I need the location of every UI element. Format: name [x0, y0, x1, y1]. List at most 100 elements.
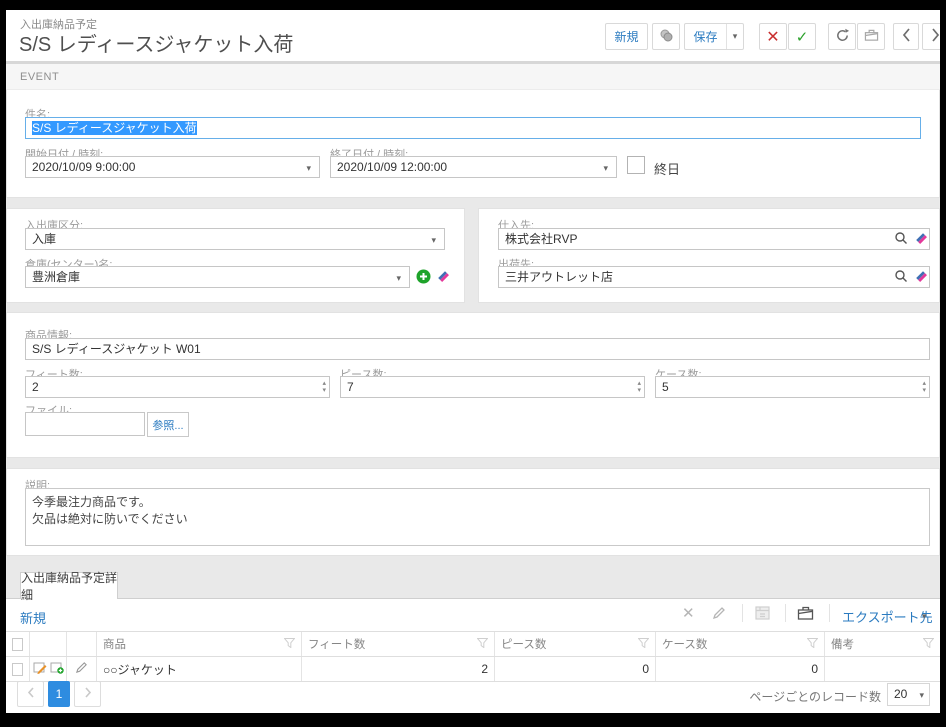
save-button[interactable]: 保存	[685, 28, 726, 45]
next-record-button[interactable]	[922, 23, 940, 50]
pieces-value: 7	[347, 380, 354, 394]
filter-icon[interactable]	[477, 638, 488, 651]
start-datetime-select[interactable]: 2020/10/09 9:00:00 ▾	[25, 156, 320, 178]
page-prev-button[interactable]	[17, 681, 44, 707]
eraser-icon[interactable]	[914, 269, 929, 289]
end-datetime-value: 2020/10/09 12:00:00	[337, 160, 447, 174]
filter-icon[interactable]	[284, 638, 295, 651]
filter-icon[interactable]	[923, 638, 934, 651]
col-note: 備考	[825, 632, 940, 656]
col-product-label: 商品	[103, 636, 126, 652]
cell-pieces[interactable]: 0	[495, 657, 656, 681]
copy-icon	[659, 29, 674, 45]
row-checkbox[interactable]	[12, 663, 23, 676]
confirm-button[interactable]: ✓	[788, 23, 816, 50]
cases-value: 5	[662, 380, 669, 394]
shipto-lookup[interactable]: 三井アウトレット店	[498, 266, 930, 288]
supplier-value: 株式会社RVP	[505, 232, 577, 246]
search-icon[interactable]	[894, 269, 908, 288]
spinner-icon[interactable]: ▴▾	[322, 380, 326, 394]
eraser-icon[interactable]	[914, 231, 929, 251]
pieces-stepper[interactable]: 7 ▴▾	[340, 376, 645, 398]
new-button[interactable]: 新規	[605, 23, 648, 50]
supplier-lookup[interactable]: 株式会社RVP	[498, 228, 930, 250]
description-textarea[interactable]: 今季最注力商品です。 欠品は絶対に防いでください	[25, 488, 930, 546]
eraser-icon[interactable]	[436, 269, 451, 289]
toolbar-divider	[742, 604, 743, 622]
row-edit-cell	[67, 657, 97, 681]
product-info-input[interactable]: S/S レディースジャケット W01	[25, 338, 930, 360]
row-edit-header	[67, 632, 97, 656]
cases-stepper[interactable]: 5 ▴▾	[655, 376, 930, 398]
delete-button[interactable]: ✕	[759, 23, 787, 50]
start-datetime-value: 2020/10/09 9:00:00	[32, 160, 135, 174]
chevron-down-icon[interactable]: ▾	[306, 164, 311, 173]
chevron-down-icon[interactable]: ▾	[919, 691, 924, 700]
cell-product[interactable]: ○○ジャケット	[97, 657, 302, 681]
grid-briefcase-icon[interactable]	[797, 605, 814, 625]
copy-button[interactable]	[652, 23, 680, 50]
col-pieces-label: ピース数	[501, 636, 546, 652]
allday-label: 終日	[654, 159, 680, 178]
cell-cases[interactable]: 0	[656, 657, 825, 681]
open-add-icon[interactable]	[50, 661, 64, 677]
browse-button[interactable]: 参照...	[147, 412, 189, 437]
page-next-button[interactable]	[74, 681, 101, 707]
row-select-cell	[6, 657, 30, 681]
open-edit-icon[interactable]	[33, 661, 47, 677]
app-window: 入出庫納品予定 S/S レディースジャケット入荷 新規 保存 ▾ ✕ ✓	[6, 10, 940, 713]
chevron-down-icon[interactable]: ▾	[431, 236, 436, 245]
cell-feet[interactable]: 2	[302, 657, 495, 681]
save-caret-icon[interactable]: ▾	[726, 24, 743, 49]
table-row[interactable]: ○○ジャケット 2 0 0	[6, 656, 940, 682]
subject-selected-text: S/S レディースジャケット入荷	[32, 121, 197, 135]
chevron-right-icon	[931, 28, 940, 45]
event-section-label: EVENT	[20, 71, 59, 83]
refresh-button[interactable]	[828, 23, 856, 50]
row-actions-header	[30, 632, 67, 656]
row-actions-cell	[30, 657, 67, 681]
records-per-page-label: ページごとのレコード数	[606, 688, 881, 705]
page-title: S/S レディースジャケット入荷	[19, 28, 293, 57]
page-number-button[interactable]: 1	[48, 681, 70, 707]
file-input[interactable]	[25, 412, 145, 436]
filter-icon[interactable]	[638, 638, 649, 651]
export-to-button[interactable]: エクスポート先	[842, 607, 933, 626]
allday-checkbox[interactable]	[627, 156, 645, 174]
chevron-down-icon[interactable]: ▾	[396, 274, 401, 283]
end-datetime-select[interactable]: 2020/10/09 12:00:00 ▾	[330, 156, 617, 178]
records-per-page-select[interactable]: 20 ▾	[887, 683, 930, 706]
save-split-button[interactable]: 保存 ▾	[684, 23, 744, 50]
inout-select[interactable]: 入庫 ▾	[25, 228, 445, 250]
spinner-icon[interactable]: ▴▾	[637, 380, 641, 394]
edit-icon[interactable]	[75, 661, 88, 677]
chevron-down-icon[interactable]: ▾	[603, 164, 608, 173]
select-all-checkbox[interactable]	[12, 638, 23, 651]
shipto-value: 三井アウトレット店	[505, 270, 613, 284]
export-caret-icon[interactable]: ▾	[922, 612, 927, 621]
tab-detail[interactable]: 入出庫納品予定詳細	[20, 572, 118, 599]
window-frame: 入出庫納品予定 S/S レディースジャケット入荷 新規 保存 ▾ ✕ ✓	[0, 0, 946, 727]
feet-stepper[interactable]: 2 ▴▾	[25, 376, 330, 398]
cell-note[interactable]	[825, 657, 940, 681]
spinner-icon[interactable]: ▴▾	[922, 380, 926, 394]
prev-record-button[interactable]	[893, 23, 919, 50]
warehouse-value: 豊洲倉庫	[32, 270, 80, 284]
partner-card	[478, 208, 940, 303]
product-info-value: S/S レディースジャケット W01	[32, 342, 201, 356]
select-all-cell	[6, 632, 30, 656]
warehouse-select[interactable]: 豊洲倉庫 ▾	[25, 266, 410, 288]
col-note-label: 備考	[831, 636, 854, 652]
grid-edit-icon[interactable]	[712, 606, 726, 624]
delete-icon: ✕	[766, 27, 779, 47]
add-icon[interactable]	[416, 269, 431, 289]
briefcase-icon	[864, 28, 879, 45]
inout-value: 入庫	[32, 232, 56, 246]
search-icon[interactable]	[894, 231, 908, 250]
filter-icon[interactable]	[807, 638, 818, 651]
grid-save-icon[interactable]	[755, 606, 770, 624]
grid-new-link[interactable]: 新規	[20, 608, 46, 627]
grid-delete-icon[interactable]: ✕	[682, 604, 695, 622]
subject-input[interactable]: S/S レディースジャケット入荷	[25, 117, 921, 139]
briefcase-button[interactable]	[857, 23, 885, 50]
